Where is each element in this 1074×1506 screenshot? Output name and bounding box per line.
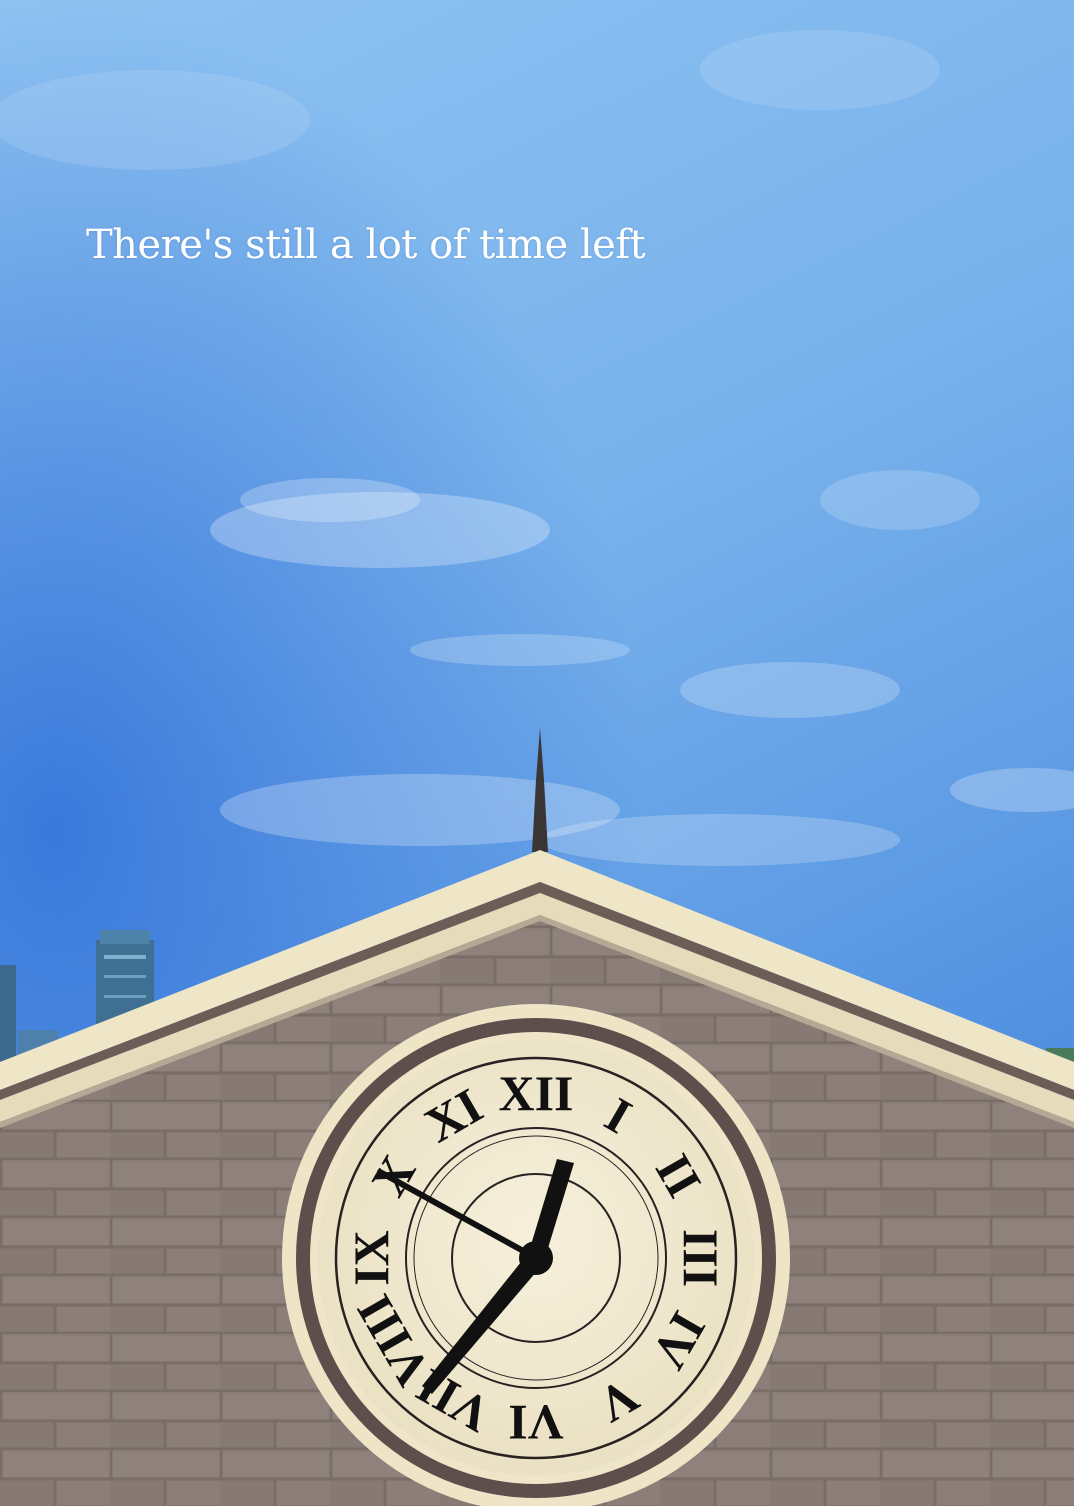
clock-numeral-ix: IX <box>343 1230 399 1286</box>
clock-numeral-vi: VI <box>508 1395 564 1451</box>
clock: XII IIIIIIIVVVIVIIVIIIIXXXI <box>282 1004 790 1506</box>
clock-tower-scene: XII I II III IV V VI VII VIII IX X XI There's still… <box>0 0 1074 1506</box>
message-text: There's still a lot of time left <box>86 222 646 268</box>
clock-numeral-iii: III <box>673 1229 729 1287</box>
clock-numeral-xii: XII <box>498 1065 573 1121</box>
clock-center-pin <box>519 1241 553 1275</box>
